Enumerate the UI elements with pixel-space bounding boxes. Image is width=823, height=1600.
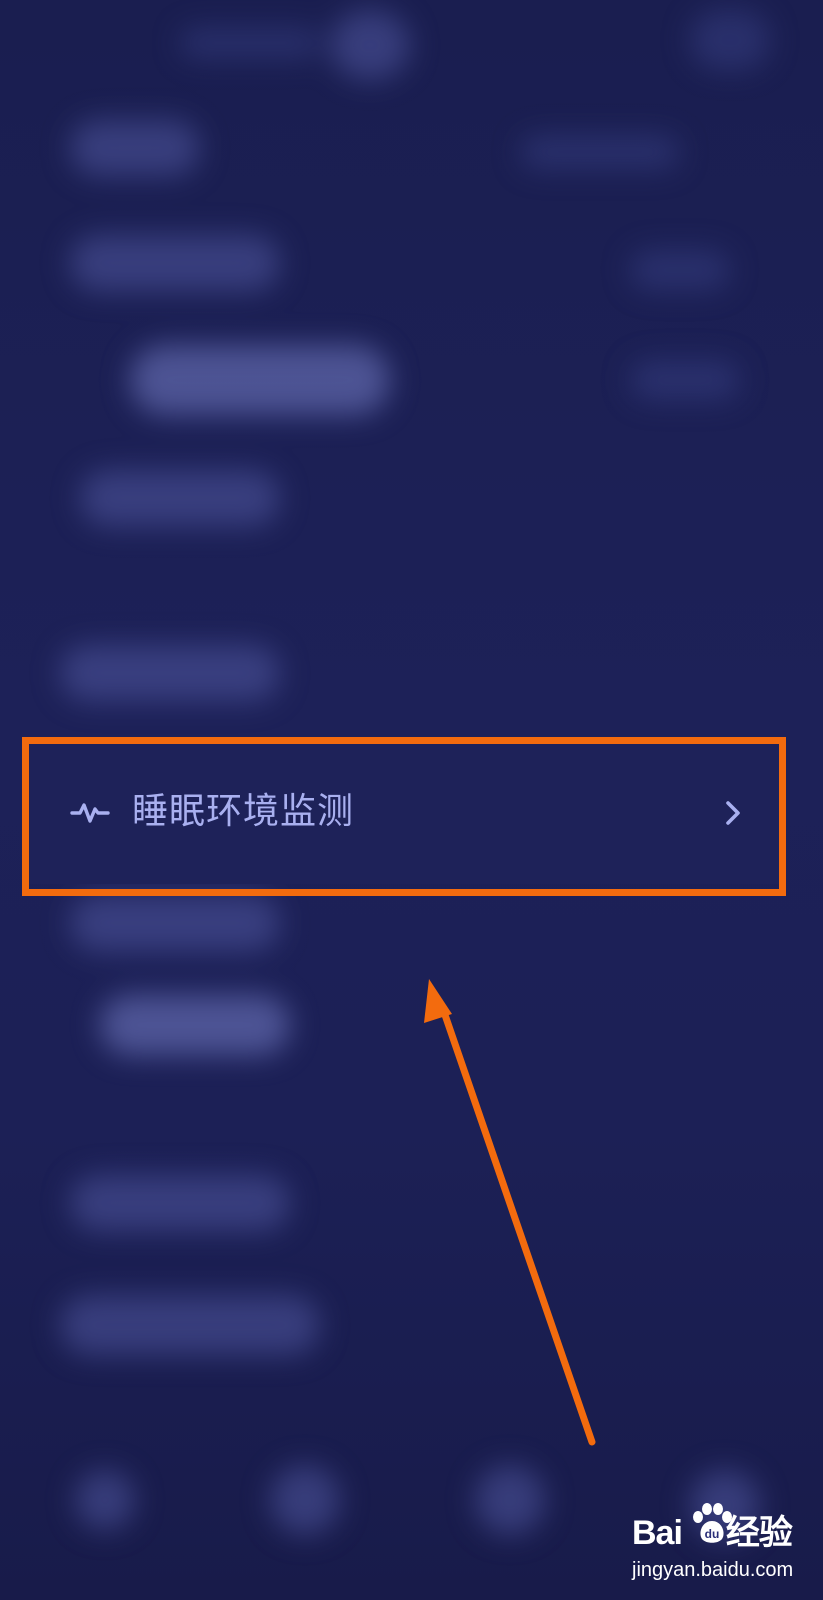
sleep-environment-monitor-item[interactable]: 睡眠环境监测 bbox=[28, 740, 780, 884]
menu-item-label: 睡眠环境监测 bbox=[132, 791, 355, 832]
baidu-paw-icon: du bbox=[693, 1503, 732, 1543]
svg-text:du: du bbox=[705, 1527, 720, 1541]
watermark-url: jingyan.baidu.com bbox=[632, 1559, 794, 1581]
chevron-right-icon bbox=[726, 801, 740, 825]
heartbeat-icon bbox=[70, 803, 110, 823]
baidu-jingyan-watermark: Bai 经验 du jingyan.baidu.com bbox=[628, 1503, 793, 1593]
